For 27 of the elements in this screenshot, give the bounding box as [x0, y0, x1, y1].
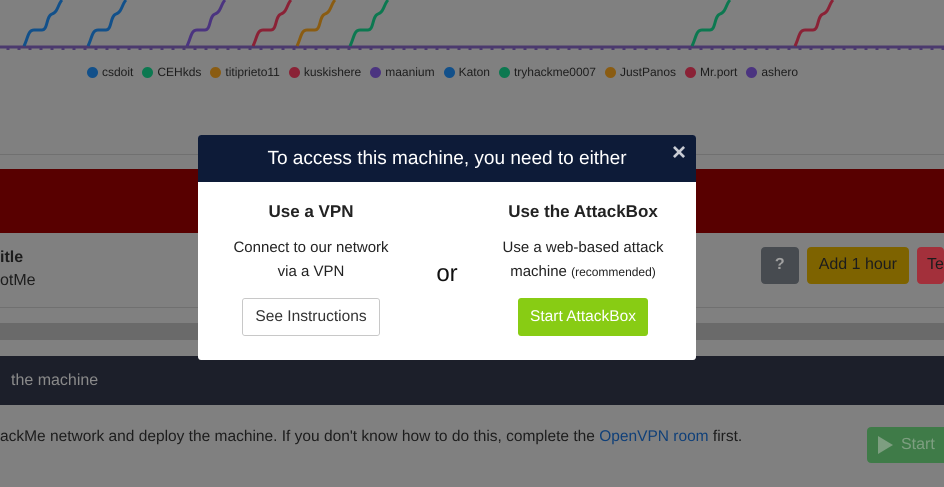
help-button[interactable]: ?	[760, 246, 799, 284]
option-heading: Use a VPN	[268, 202, 354, 222]
task-instructions: ackMe network and deploy the machine. If you don't know how to do this, complete the OpenVPN room first.	[0, 427, 742, 446]
legend-label[interactable]: ashero	[761, 65, 798, 79]
terminate-button[interactable]: Te	[917, 246, 944, 284]
task-header[interactable]: the machine	[0, 356, 944, 405]
add-hour-button[interactable]: Add 1 hour	[806, 246, 909, 284]
legend-label[interactable]: Katon	[458, 65, 490, 79]
option-description: Connect to our network via a VPN	[232, 238, 390, 282]
legend-label[interactable]: CEHkds	[157, 65, 202, 79]
legend-label[interactable]: titiprieto11	[225, 65, 280, 79]
legend-label[interactable]: csdoit	[102, 65, 134, 79]
or-separator: or	[435, 260, 459, 288]
legend-label[interactable]: tryhackme0007	[514, 65, 596, 79]
legend-label[interactable]: maanium	[385, 65, 435, 79]
option-heading: Use the AttackBox	[508, 202, 658, 222]
openvpn-link[interactable]: OpenVPN room	[599, 428, 709, 445]
play-icon	[877, 436, 893, 454]
option-description: Use a web-based attack machine (recommended)	[502, 238, 664, 282]
machine-name: otMe	[0, 272, 36, 290]
legend-label[interactable]: Mr.port	[700, 65, 738, 79]
machine-label: itle	[0, 248, 24, 266]
legend-label[interactable]: JustPanos	[620, 65, 676, 79]
close-button[interactable]: ×	[672, 141, 686, 165]
dialog-title: To access this machine, you need to either	[267, 148, 627, 170]
task-title: the machine	[11, 372, 98, 390]
legend-label[interactable]: kuskishere	[304, 65, 362, 79]
